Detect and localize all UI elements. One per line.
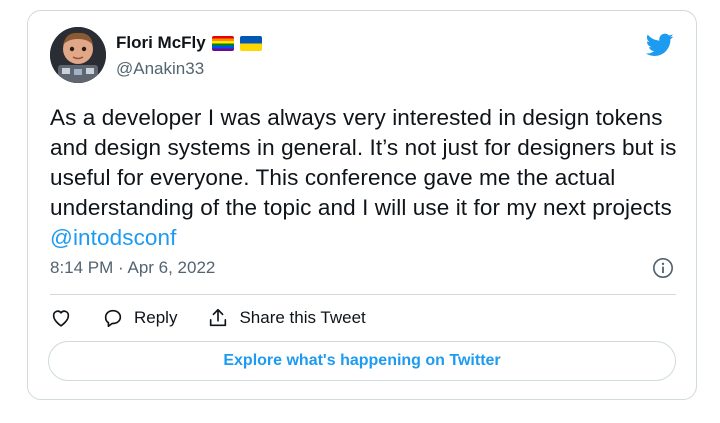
rainbow-flag-icon bbox=[211, 35, 234, 51]
reply-button[interactable]: Reply bbox=[102, 307, 177, 329]
tweet-text: As a developer I was always very interes… bbox=[50, 103, 690, 253]
mention-link[interactable]: @intodsconf bbox=[50, 225, 177, 250]
like-button[interactable] bbox=[50, 307, 72, 329]
share-label: Share this Tweet bbox=[239, 308, 366, 327]
author-name[interactable]: Flori McFly bbox=[116, 33, 206, 53]
tweet-timestamp[interactable]: 8:14 PM · Apr 6, 2022 bbox=[50, 258, 215, 278]
author-name-row: Flori McFly bbox=[116, 33, 262, 53]
reply-icon bbox=[104, 309, 122, 328]
share-button[interactable]: Share this Tweet bbox=[207, 307, 366, 329]
ukraine-flag-icon bbox=[239, 35, 262, 51]
heart-icon bbox=[52, 310, 70, 327]
divider bbox=[50, 294, 676, 295]
tweet-body: As a developer I was always very interes… bbox=[50, 105, 677, 220]
author-handle[interactable]: @Anakin33 bbox=[116, 59, 204, 79]
tweet-card: Flori McFly @Anakin33 As a developer I w… bbox=[27, 10, 697, 400]
explore-twitter-button[interactable]: Explore what's happening on Twitter bbox=[48, 341, 676, 381]
info-icon[interactable] bbox=[652, 257, 674, 279]
tweet-actions: Reply Share this Tweet bbox=[50, 307, 366, 329]
avatar[interactable] bbox=[50, 27, 106, 83]
share-icon bbox=[210, 308, 227, 327]
reply-label: Reply bbox=[134, 308, 178, 327]
twitter-bird-icon[interactable] bbox=[644, 31, 676, 59]
